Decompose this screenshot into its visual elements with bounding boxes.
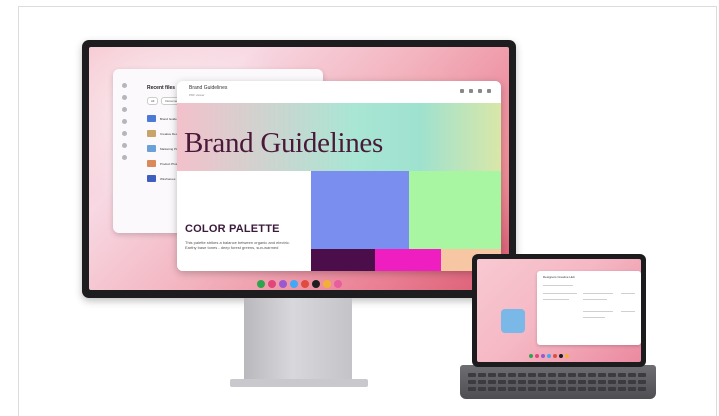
nav-home-icon[interactable] [121,83,127,88]
document-window-title: Brand Guidelines [189,85,228,91]
nav-settings-icon[interactable] [121,155,127,160]
file-thumbnail [147,115,156,122]
text-line [621,311,635,312]
tablet-screen: Designers Creative Hub [477,259,641,362]
text-line [583,311,613,312]
hero-title: Brand Guidelines [184,127,383,159]
document-window-subtitle: PDF viewer [189,93,205,97]
nav-folder-icon[interactable] [121,119,127,124]
app-icon[interactable] [553,354,557,358]
text-line [621,293,635,294]
text-line [583,317,605,318]
nav-recent-icon[interactable] [121,95,127,100]
app-icon[interactable] [541,354,545,358]
text-line [543,299,569,300]
desktop-screen: Recent files All Documents Images Brand … [89,47,509,290]
notes-window-title: Designers Creative Hub [543,275,575,279]
document-header: Brand Guidelines PDF viewer [177,81,501,103]
notes-window[interactable]: Designers Creative Hub [537,271,641,345]
app-icon[interactable] [268,280,276,288]
monitor-stand-base [230,379,368,387]
text-line [583,293,613,294]
swatch-green [409,171,501,249]
key-row [468,373,646,377]
app-icon[interactable] [312,280,320,288]
file-thumbnail [147,160,156,167]
app-icon[interactable] [334,280,342,288]
weather-widget[interactable] [501,309,525,333]
file-thumbnail [147,130,156,137]
text-line [583,299,607,300]
swatch-magenta [375,249,441,271]
file-thumbnail [147,175,156,182]
app-icon[interactable] [565,354,569,358]
key-row [468,387,646,391]
app-icon[interactable] [301,280,309,288]
app-icon[interactable] [535,354,539,358]
nav-starred-icon[interactable] [121,107,127,112]
taskbar-dock [257,278,342,290]
text-line [543,285,573,286]
app-icon[interactable] [559,354,563,358]
files-nav-rail [117,83,131,167]
swatch-blue [311,171,409,249]
app-icon[interactable] [547,354,551,358]
more-icon[interactable] [487,89,491,93]
document-window[interactable]: Brand Guidelines PDF viewer Brand Guidel… [177,81,501,271]
app-icon[interactable] [323,280,331,288]
nav-cloud-icon[interactable] [121,131,127,136]
document-hero: Brand Guidelines [177,103,501,171]
document-toolbar [460,89,491,93]
file-thumbnail [147,145,156,152]
monitor-stand [244,298,352,384]
tablet-keyboard [460,365,656,399]
file-name: Wireframes [160,176,176,181]
nav-trash-icon[interactable] [121,143,127,148]
key-row [468,380,646,384]
app-icon[interactable] [290,280,298,288]
tablet-dock [529,354,569,358]
tablet-device: Designers Creative Hub [472,254,646,367]
palette-description: This palette strikes a balance between o… [185,240,290,250]
app-icon[interactable] [257,280,265,288]
files-window-title: Recent files [147,85,176,91]
filter-chip[interactable]: All [147,97,159,105]
share-icon[interactable] [478,89,482,93]
swatch-plum [311,249,375,271]
app-icon[interactable] [279,280,287,288]
palette-heading: COLOR PALETTE [185,223,280,235]
text-line [543,293,577,294]
app-icon[interactable] [529,354,533,358]
palette-text-panel: COLOR PALETTE This palette strikes a bal… [177,171,311,271]
desktop-monitor: Recent files All Documents Images Brand … [82,40,516,298]
pen-icon[interactable] [460,89,464,93]
edit-icon[interactable] [469,89,473,93]
